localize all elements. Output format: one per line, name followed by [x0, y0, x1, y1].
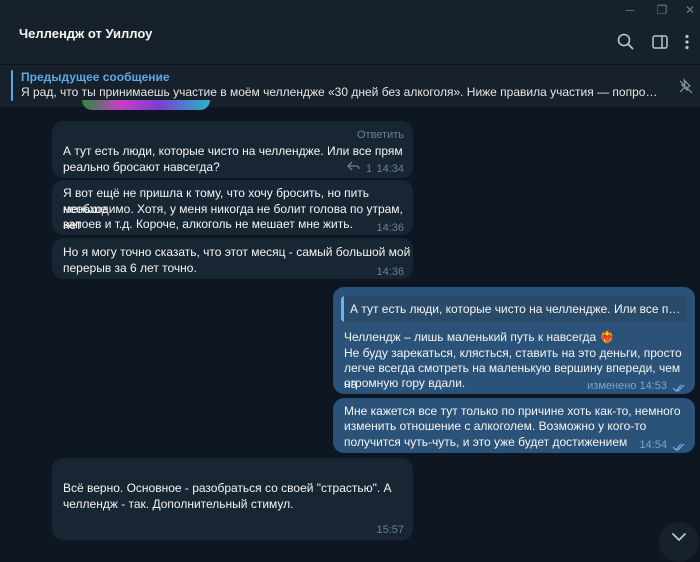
message-bubble-outgoing[interactable]: Мне кажется все тут только по причине хо…	[333, 398, 695, 453]
message-bubble-incoming[interactable]: Всё верно. Основное - разобраться со сво…	[52, 458, 413, 540]
sticker-image	[82, 100, 210, 110]
pinned-title: Предыдущее сообщение	[21, 70, 170, 84]
chat-title[interactable]: Челлендж от Уиллоу	[19, 26, 152, 41]
message-text: получится чуть-чуть, и это уже будет дос…	[344, 435, 628, 449]
message-time: 14:36	[376, 222, 404, 234]
message-bubble-incoming[interactable]: Но я могу точно сказать, что этот месяц …	[52, 238, 413, 279]
message-text: реально бросают навсегда?	[63, 160, 220, 174]
search-icon[interactable]	[616, 32, 636, 52]
message-time: 15:57	[376, 524, 404, 536]
close-window-button[interactable]: ✕	[678, 2, 700, 18]
message-time: 14:36	[376, 266, 404, 278]
quote-text: А тут есть люди, которые чисто на челлен…	[350, 302, 682, 316]
window-titlebar: ─ ❐ ✕	[0, 0, 700, 20]
reply-link[interactable]: Ответить	[357, 127, 404, 143]
message-edited-time: изменено 14:53	[587, 378, 667, 394]
message-text: Всё верно. Основное - разобраться со сво…	[63, 481, 392, 495]
message-text-part: Челлендж – лишь маленький путь к навсегд…	[344, 330, 597, 344]
message-time: 14:53	[639, 380, 667, 392]
reply-arrow-icon[interactable]	[347, 160, 361, 172]
minimize-button[interactable]: ─	[618, 2, 642, 18]
pinned-text: Я рад, что ты принимаешь участие в моём …	[21, 85, 666, 99]
heart-on-fire-emoji: ❤️‍🔥	[599, 330, 615, 344]
chevron-down-icon	[671, 530, 687, 542]
restore-button[interactable]: ❐	[650, 2, 674, 18]
scroll-to-bottom-button[interactable]	[659, 522, 699, 562]
message-text: челлендж - так. Дополнительный стимул.	[63, 497, 294, 511]
message-text: Но я могу точно сказать, что этот месяц …	[63, 245, 411, 259]
unpin-icon[interactable]	[678, 78, 694, 94]
message-bubble-incoming[interactable]: Я вот ещё не пришла к тому, что хочу бро…	[52, 180, 413, 235]
message-text: А тут есть люди, которые чисто на челлен…	[63, 144, 403, 158]
message-bubble-incoming[interactable]: Ответить А тут есть люди, которые чисто …	[52, 121, 413, 178]
double-check-icon	[672, 440, 686, 451]
chat-header: Челлендж от Уиллоу	[0, 20, 700, 64]
sidebar-toggle-icon[interactable]	[650, 32, 670, 52]
message-time: 14:34	[376, 163, 404, 175]
message-text: изменить отношение с алкоголем. Возможно…	[344, 419, 647, 433]
quoted-message[interactable]: А тут есть люди, которые чисто на челлен…	[341, 296, 687, 322]
message-text: Не буду зарекаться, клясться, ставить на…	[344, 346, 682, 360]
message-text: запоев и т.д. Короче, алкоголь не мешает…	[63, 217, 353, 231]
message-bubble-outgoing[interactable]: А тут есть люди, которые чисто на челлен…	[333, 287, 695, 394]
quote-accent-bar	[341, 296, 344, 322]
edited-label: изменено	[587, 380, 637, 392]
reply-count: 1	[366, 163, 373, 175]
message-text: огромную гору вдали.	[344, 376, 466, 390]
more-vertical-icon[interactable]	[679, 32, 699, 52]
message-text: Мне кажется все тут только по причине хо…	[344, 404, 681, 418]
message-time: 14:54	[639, 439, 667, 451]
message-text: перерыв за 6 лет точно.	[63, 261, 197, 275]
pinned-accent-bar	[11, 70, 13, 101]
double-check-icon	[672, 381, 686, 392]
message-text: Челлендж – лишь маленький путь к навсегд…	[344, 329, 615, 345]
